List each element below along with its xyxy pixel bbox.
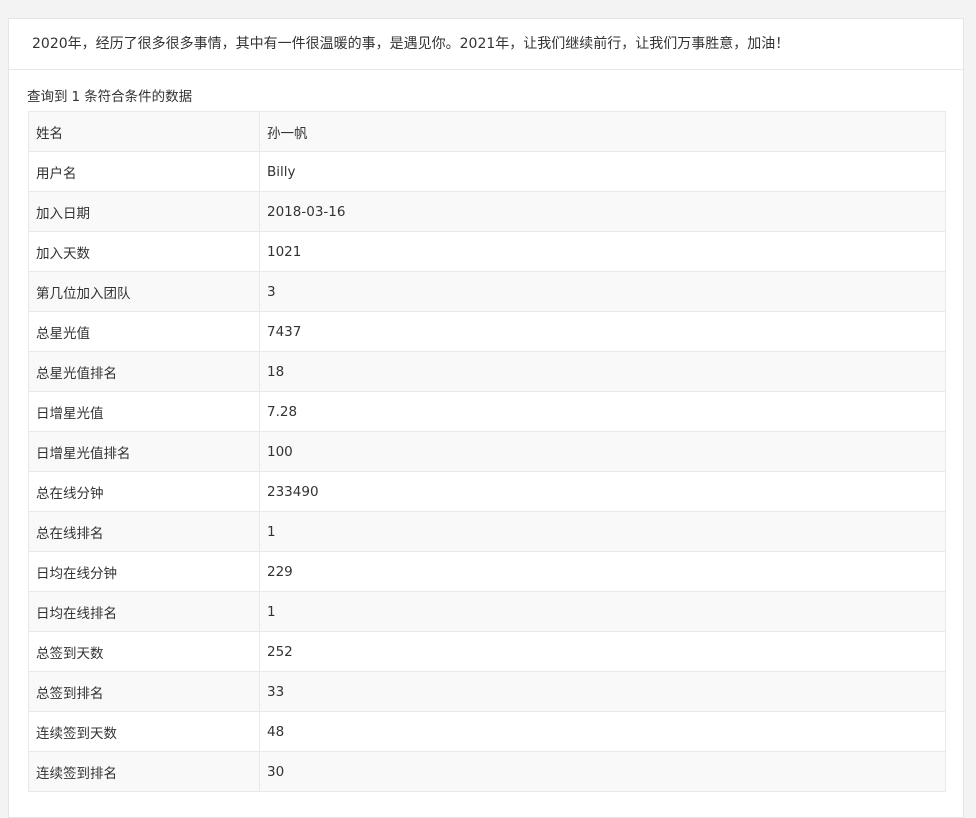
table-row: 日增星光值排名 100 bbox=[28, 431, 946, 472]
result-count-prefix: 查询到 bbox=[27, 89, 68, 105]
row-label: 连续签到排名 bbox=[28, 751, 260, 792]
row-label: 连续签到天数 bbox=[28, 711, 260, 752]
result-panel: 2020年，经历了很多很多事情，其中有一件很温暖的事，是遇见你。2021年，让我… bbox=[8, 18, 964, 818]
row-label: 日均在线排名 bbox=[28, 591, 260, 632]
row-value: 7437 bbox=[259, 311, 946, 352]
row-label: 用户名 bbox=[28, 151, 260, 192]
row-value: 1 bbox=[259, 591, 946, 632]
result-count-text: 查询到 1 条符合条件的数据 bbox=[27, 85, 192, 105]
row-value: 1021 bbox=[259, 231, 946, 272]
row-label: 加入天数 bbox=[28, 231, 260, 272]
table-row: 总在线分钟 233490 bbox=[28, 471, 946, 512]
row-label: 总签到天数 bbox=[28, 631, 260, 672]
row-value: 2018-03-16 bbox=[259, 191, 946, 232]
row-value: 100 bbox=[259, 431, 946, 472]
row-value: Billy bbox=[259, 151, 946, 192]
table-row: 日增星光值 7.28 bbox=[28, 391, 946, 432]
row-label: 姓名 bbox=[28, 111, 260, 152]
row-value: 3 bbox=[259, 271, 946, 312]
row-label: 第几位加入团队 bbox=[28, 271, 260, 312]
row-value: 孙一帆 bbox=[259, 111, 946, 152]
table-row: 连续签到天数 48 bbox=[28, 711, 946, 752]
row-value: 48 bbox=[259, 711, 946, 752]
row-label: 加入日期 bbox=[28, 191, 260, 232]
row-label: 日增星光值 bbox=[28, 391, 260, 432]
table-row: 连续签到排名 30 bbox=[28, 751, 946, 792]
table-row: 日均在线排名 1 bbox=[28, 591, 946, 632]
row-value: 33 bbox=[259, 671, 946, 712]
row-label: 总在线排名 bbox=[28, 511, 260, 552]
user-stats-table: 姓名 孙一帆 用户名 Billy 加入日期 2018-03-16 加入天数 1021 第几位加入… bbox=[28, 111, 946, 792]
row-label: 总星光值排名 bbox=[28, 351, 260, 392]
user-stats-table-body: 姓名 孙一帆 用户名 Billy 加入日期 2018-03-16 加入天数 1021 第几位加入… bbox=[28, 111, 946, 792]
result-count-number: 1 bbox=[71, 89, 81, 105]
row-value: 18 bbox=[259, 351, 946, 392]
table-row: 日均在线分钟 229 bbox=[28, 551, 946, 592]
row-label: 总星光值 bbox=[28, 311, 260, 352]
row-label: 日均在线分钟 bbox=[28, 551, 260, 592]
row-label: 总签到排名 bbox=[28, 671, 260, 712]
row-value: 30 bbox=[259, 751, 946, 792]
table-row: 总星光值 7437 bbox=[28, 311, 946, 352]
row-label: 日增星光值排名 bbox=[28, 431, 260, 472]
table-row: 用户名 Billy bbox=[28, 151, 946, 192]
table-row: 加入日期 2018-03-16 bbox=[28, 191, 946, 232]
table-row: 总在线排名 1 bbox=[28, 511, 946, 552]
table-row: 总星光值排名 18 bbox=[28, 351, 946, 392]
table-row: 姓名 孙一帆 bbox=[28, 111, 946, 152]
table-row: 第几位加入团队 3 bbox=[28, 271, 946, 312]
result-count-suffix: 条符合条件的数据 bbox=[84, 89, 193, 105]
row-value: 229 bbox=[259, 551, 946, 592]
row-value: 1 bbox=[259, 511, 946, 552]
row-label: 总在线分钟 bbox=[28, 471, 260, 512]
row-value: 252 bbox=[259, 631, 946, 672]
row-value: 7.28 bbox=[259, 391, 946, 432]
table-row: 总签到天数 252 bbox=[28, 631, 946, 672]
table-row: 总签到排名 33 bbox=[28, 671, 946, 712]
table-row: 加入天数 1021 bbox=[28, 231, 946, 272]
panel-header-message: 2020年，经历了很多很多事情，其中有一件很温暖的事，是遇见你。2021年，让我… bbox=[9, 19, 963, 70]
row-value: 233490 bbox=[259, 471, 946, 512]
